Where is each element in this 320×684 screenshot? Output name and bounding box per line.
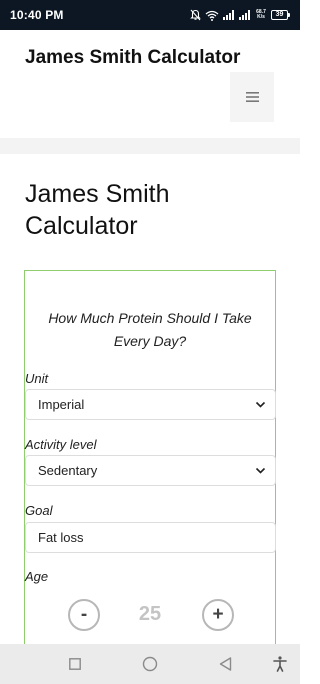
- network-speed-unit: K/s: [257, 14, 265, 20]
- chevron-down-icon: [255, 401, 266, 408]
- network-speed: 68.7 K/s: [255, 10, 267, 20]
- wifi-icon: [205, 10, 219, 21]
- age-stepper: - 25 +: [25, 595, 275, 635]
- site-header: James Smith Calculator: [0, 30, 300, 138]
- accessibility-icon: [273, 656, 287, 672]
- age-value[interactable]: 25: [130, 603, 170, 626]
- goal-select[interactable]: Fat loss: [25, 522, 276, 553]
- menu-button[interactable]: [230, 72, 274, 122]
- page-title: James Smith Calculator: [25, 180, 170, 240]
- triangle-back-icon: [219, 657, 231, 671]
- hamburger-icon: [245, 92, 259, 102]
- age-decrement-button[interactable]: -: [68, 599, 100, 631]
- activity-level-label: Activity level: [25, 437, 97, 452]
- battery-icon: 39: [271, 10, 290, 20]
- system-nav-bar: [0, 644, 300, 684]
- battery-level: 39: [271, 10, 288, 20]
- site-title[interactable]: James Smith Calculator: [25, 47, 240, 69]
- chevron-down-icon: [255, 467, 266, 474]
- battery-tip: [288, 13, 290, 17]
- goal-label: Goal: [25, 503, 53, 518]
- status-time: 10:40 PM: [10, 8, 64, 22]
- unit-select[interactable]: Imperial: [25, 389, 276, 420]
- square-icon: [69, 658, 81, 670]
- status-icons: 68.7 K/s 39: [190, 8, 290, 22]
- protein-calculator: How Much Protein Should I Take Every Day…: [24, 270, 276, 670]
- goal-select-value: Fat loss: [38, 530, 84, 545]
- age-label: Age: [25, 569, 49, 584]
- unit-select-value: Imperial: [38, 397, 85, 412]
- back-button[interactable]: [215, 654, 235, 674]
- age-increment-button[interactable]: +: [202, 599, 234, 631]
- status-bar: 10:40 PM 68.7 K/s 39: [0, 0, 300, 30]
- section-divider: [0, 138, 300, 154]
- circle-icon: [142, 656, 158, 672]
- home-button[interactable]: [140, 654, 160, 674]
- activity-level-select[interactable]: Sedentary: [25, 455, 276, 486]
- mute-icon: [190, 9, 201, 21]
- calculator-question: How Much Protein Should I Take Every Day…: [48, 310, 252, 349]
- unit-label: Unit: [25, 371, 49, 386]
- activity-level-select-value: Sedentary: [38, 463, 98, 478]
- signal-icon: [223, 10, 234, 20]
- signal-icon: [239, 10, 250, 20]
- accessibility-button[interactable]: [270, 654, 290, 674]
- recents-button[interactable]: [65, 654, 85, 674]
